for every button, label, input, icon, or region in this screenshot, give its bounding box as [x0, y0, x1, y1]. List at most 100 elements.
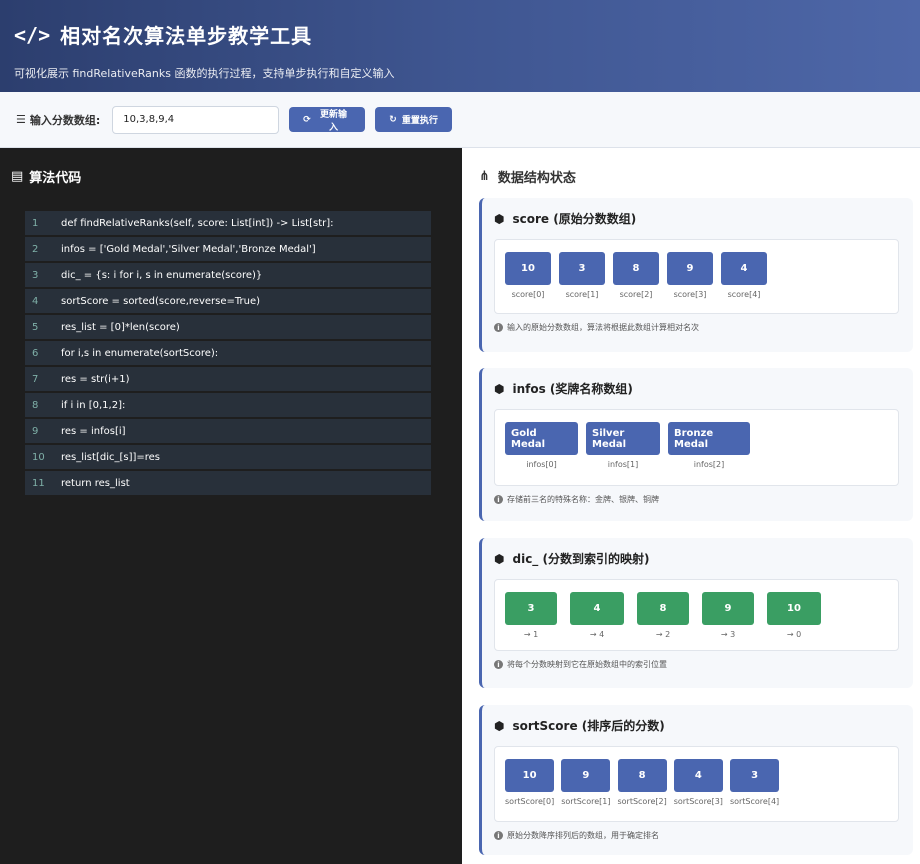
cube-icon: ⬢ — [494, 551, 505, 566]
undo-icon: ↻ — [389, 114, 397, 125]
infos-item: Gold Medal infos[0] — [505, 422, 578, 485]
info-icon: i — [494, 660, 503, 669]
input-label: ☰ 输入分数数组: — [16, 112, 100, 128]
score-index-label: score[3] — [673, 290, 707, 299]
score-array-input[interactable] — [112, 105, 280, 134]
dic-note: i 将每个分数映射到它在原始数组中的索引位置 — [494, 659, 899, 670]
sitemap-icon: ⋔ — [479, 169, 490, 184]
infos-card-title: ⬢ infos (奖牌名称数组) — [494, 380, 899, 397]
file-code-icon: ▤ — [11, 169, 24, 184]
sortScore-index-label: sortScore[4] — [729, 797, 780, 806]
infos-item: Silver Medal infos[1] — [586, 422, 660, 485]
info-icon: i — [494, 495, 503, 504]
sortScore-index-label: sortScore[0] — [505, 797, 555, 806]
infos-note-text: 存储前三名的特殊名称：金牌、银牌、铜牌 — [507, 495, 659, 504]
line-number: 4 — [32, 295, 39, 307]
dic-index-label: → 4 — [589, 630, 605, 639]
line-number: 11 — [32, 477, 45, 489]
code-line[interactable]: 7 res = str(i+1) — [25, 367, 431, 391]
code-panel-title: ▤ 算法代码 — [11, 167, 81, 186]
dic-item: 10 → 0 — [767, 592, 821, 650]
input-bar: ☰ 输入分数数组: ⟳ 更新输入 ↻ 重置执行 — [0, 92, 920, 148]
infos-note: i 存储前三名的特殊名称：金牌、银牌、铜牌 — [494, 494, 899, 505]
dic-item: 9 → 3 — [702, 592, 754, 650]
code-text: if i in [0,1,2]: — [61, 399, 126, 411]
dic-card: ⬢ dic_ (分数到索引的映射) 3 → 1 4 → 4 8 → 2 9 → 3 10 → 0 … — [479, 538, 913, 688]
code-line[interactable]: 9 res = infos[i] — [25, 419, 431, 443]
code-line[interactable]: 6 for i,s in enumerate(sortScore): — [25, 341, 431, 365]
sortScore-value-cell: 4 — [673, 759, 723, 792]
cube-icon: ⬢ — [494, 211, 505, 226]
code-icon: </> — [14, 22, 51, 47]
reset-execution-button[interactable]: ↻ 重置执行 — [375, 107, 453, 132]
score-item: 3 score[1] — [559, 252, 605, 313]
score-value-cell: 9 — [667, 252, 713, 285]
infos-index-label: infos[2] — [693, 460, 725, 469]
score-index-label: score[4] — [727, 290, 761, 299]
code-text: return res_list — [61, 477, 130, 489]
score-index-label: score[2] — [619, 290, 653, 299]
code-text: def findRelativeRanks(self, score: List[… — [61, 217, 334, 229]
code-line[interactable]: 1 def findRelativeRanks(self, score: List… — [25, 211, 431, 235]
sortScore-value-cell: 8 — [617, 759, 667, 792]
code-text: infos = ['Gold Medal','Silver Medal','Br… — [61, 243, 316, 255]
sortscore-card-title: ⬢ sortScore (排序后的分数) — [494, 717, 899, 734]
sortScore-value-cell: 3 — [730, 759, 780, 792]
code-line[interactable]: 3 dic_ = {s: i for i, s in enumerate(scor… — [25, 263, 431, 287]
line-number: 10 — [32, 451, 45, 463]
code-line[interactable]: 11 return res_list — [25, 471, 431, 495]
code-text: sortScore = sorted(score,reverse=True) — [61, 295, 261, 307]
code-text: res = str(i+1) — [61, 373, 130, 385]
line-number: 1 — [32, 217, 39, 229]
infos-index-label: infos[1] — [607, 460, 639, 469]
sortscore-array-box: 10 sortScore[0] 9 sortScore[1] 8 sortScore[2]… — [494, 746, 899, 822]
line-number: 6 — [32, 347, 39, 359]
code-line[interactable]: 5 res_list = [0]*len(score) — [25, 315, 431, 339]
reset-execution-label: 重置执行 — [401, 116, 438, 126]
list-icon: ☰ — [16, 113, 26, 126]
code-line[interactable]: 8 if i in [0,1,2]: — [25, 393, 431, 417]
sortScore-item: 3 sortScore[4] — [730, 759, 779, 821]
info-icon: i — [494, 831, 503, 840]
infos-card: ⬢ infos (奖牌名称数组) Gold Medal infos[0] Silve… — [479, 368, 913, 521]
code-text: for i,s in enumerate(sortScore): — [61, 347, 219, 359]
code-line[interactable]: 2 infos = ['Gold Medal','Silver Medal','B… — [25, 237, 431, 261]
sortScore-index-label: sortScore[3] — [673, 797, 723, 806]
sortScore-value-cell: 10 — [505, 759, 555, 792]
score-index-label: score[1] — [565, 290, 599, 299]
dic-item: 8 → 2 — [637, 592, 689, 650]
code-text: dic_ = {s: i for i, s in enumerate(score… — [61, 269, 263, 281]
dic-item: 4 → 4 — [570, 592, 624, 650]
infos-item: Bronze Medal infos[2] — [668, 422, 750, 485]
infos-value-cell: Bronze Medal — [668, 422, 750, 455]
sortScore-value-cell: 9 — [561, 759, 611, 792]
infos-array-box: Gold Medal infos[0] Silver Medal infos[1] Br… — [494, 409, 899, 486]
code-panel: ▤ 算法代码 1 def findRelativeRanks(self, scor… — [0, 148, 462, 864]
update-input-button[interactable]: ⟳ 更新输入 — [289, 107, 366, 133]
sortscore-note-text: 原始分数降序排列后的数组，用于确定排名 — [507, 831, 659, 840]
refresh-icon: ⟳ — [303, 114, 311, 125]
line-number: 2 — [32, 243, 39, 255]
score-index-label: score[0] — [511, 290, 545, 299]
dic-map-box: 3 → 1 4 → 4 8 → 2 9 → 3 10 → 0 — [494, 579, 899, 651]
score-item: 10 score[0] — [505, 252, 551, 313]
code-line[interactable]: 10 res_list[dic_[s]]=res — [25, 445, 431, 469]
score-item: 9 score[3] — [667, 252, 713, 313]
score-array-box: 10 score[0] 3 score[1] 8 score[2] 9 score[3] 4 sc… — [494, 239, 899, 314]
code-line[interactable]: 4 sortScore = sorted(score,reverse=True) — [25, 289, 431, 313]
update-input-label: 更新输入 — [320, 109, 348, 133]
page-title: 相对名次算法单步教学工具 — [60, 24, 313, 48]
dic-note-text: 将每个分数映射到它在原始数组中的索引位置 — [507, 660, 667, 669]
dic-value-cell: 8 — [637, 592, 689, 625]
code-text: res_list = [0]*len(score) — [61, 321, 180, 333]
line-number: 9 — [32, 425, 39, 437]
info-icon: i — [494, 323, 503, 332]
score-card: ⬢ score (原始分数数组) 10 score[0] 3 score[1] 8 sco… — [479, 198, 913, 352]
score-card-title: ⬢ score (原始分数数组) — [494, 210, 899, 227]
score-note-text: 输入的原始分数数组，算法将根据此数组计算相对名次 — [507, 323, 699, 332]
score-value-cell: 10 — [505, 252, 551, 285]
dic-value-cell: 10 — [767, 592, 821, 625]
infos-index-label: infos[0] — [526, 460, 557, 469]
page-subtitle: 可视化展示 findRelativeRanks 函数的执行过程，支持单步执行和自… — [14, 67, 395, 80]
state-panel-title: ⋔ 数据结构状态 — [479, 167, 576, 186]
